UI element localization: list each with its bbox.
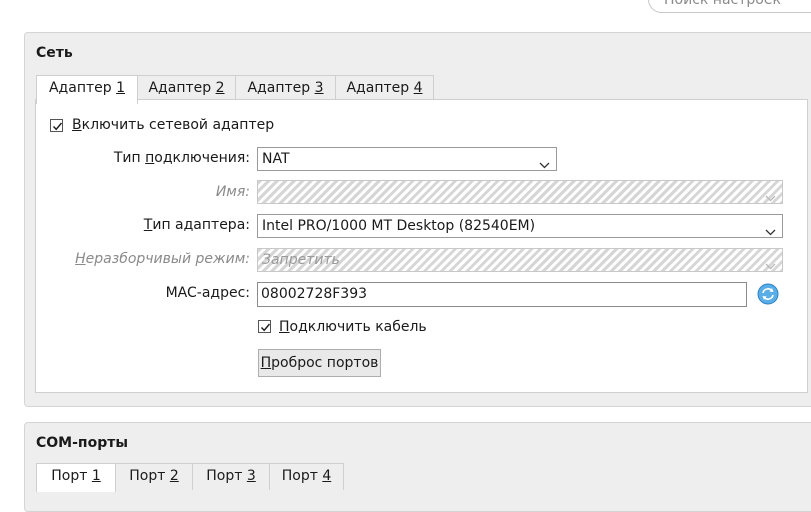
- tab-key: 3: [246, 468, 256, 484]
- checkmark-icon: [260, 323, 271, 332]
- adapter-panel: [35, 99, 808, 393]
- chevron-down-icon: [765, 187, 776, 203]
- tab-key: 4: [413, 80, 423, 96]
- cable-connected-checkbox[interactable]: [258, 320, 271, 333]
- tab-port-3[interactable]: Порт 3: [192, 463, 270, 490]
- label-key: В: [72, 117, 82, 133]
- tab-port-2[interactable]: Порт 2: [115, 463, 193, 490]
- label-key: П: [260, 355, 272, 371]
- enable-adapter-label[interactable]: Включить сетевой адаптер: [72, 117, 274, 133]
- label-part: ип адаптера:: [152, 217, 250, 233]
- tab-key: 3: [314, 80, 324, 96]
- tab-label: Адаптер: [48, 80, 117, 96]
- promiscuous-label-wrap: Неразборчивый режим:: [0, 251, 250, 271]
- name-label-wrap: Имя:: [0, 184, 250, 204]
- adapter-type-select[interactable]: Intel PRO/1000 MT Desktop (82540EM): [257, 214, 783, 238]
- label-key: П: [279, 319, 290, 335]
- tab-adapter-4[interactable]: Адаптер 4: [335, 75, 434, 102]
- tab-key: 4: [322, 468, 332, 484]
- tab-key: 1: [91, 468, 101, 484]
- attachment-type-select[interactable]: NAT: [257, 147, 557, 171]
- tab-label: Адаптер: [247, 80, 315, 96]
- tab-port-1[interactable]: Порт 1: [36, 463, 116, 492]
- label-part: Тип: [113, 150, 146, 166]
- cable-connected-label[interactable]: Подключить кабель: [279, 319, 427, 335]
- label-part: еразборчивый режим:: [85, 251, 250, 267]
- tab-key: 1: [116, 80, 126, 96]
- attachment-label-wrap: Тип подключения:: [0, 150, 250, 170]
- tab-label: Порт: [51, 468, 92, 484]
- tab-label: Адаптер: [346, 80, 414, 96]
- name-label: Имя:: [215, 184, 250, 200]
- mac-address-field[interactable]: 08002728F393: [257, 282, 747, 307]
- tab-adapter-3[interactable]: Адаптер 3: [235, 75, 336, 102]
- tab-key: 2: [215, 80, 225, 96]
- adapter-type-label-wrap: Тип адаптера:: [0, 217, 250, 237]
- network-group-title: Сеть: [36, 45, 73, 61]
- label-part: одключения:: [154, 150, 250, 166]
- tab-port-4[interactable]: Порт 4: [269, 463, 344, 490]
- mac-address-label: MAC-адрес:: [165, 285, 250, 301]
- port-forwarding-button[interactable]: Проброс портов: [258, 349, 381, 377]
- enable-adapter-checkbox[interactable]: [50, 119, 63, 132]
- refresh-mac-icon[interactable]: [757, 283, 779, 305]
- name-select: [257, 180, 783, 204]
- checkmark-icon: [52, 122, 63, 131]
- mac-label-wrap: MAC-адрес:: [0, 285, 250, 305]
- settings-search-input[interactable]: Поиск настроек: [648, 0, 811, 13]
- search-placeholder: Поиск настроек: [664, 0, 781, 8]
- chevron-down-icon: [765, 255, 776, 271]
- label-key: п: [145, 150, 155, 166]
- tab-adapter-2[interactable]: Адаптер 2: [137, 75, 236, 102]
- promiscuous-mode-label: Неразборчивый режим:: [75, 251, 250, 267]
- tab-key: 2: [169, 468, 179, 484]
- attachment-type-value: NAT: [262, 151, 290, 167]
- label-part: роброс портов: [271, 355, 379, 371]
- chevron-down-icon: [765, 221, 776, 237]
- promiscuous-mode-select: Запретить: [257, 248, 783, 272]
- label-part: ключить сетевой адаптер: [81, 117, 275, 133]
- com-ports-group-title: COM-порты: [36, 435, 129, 451]
- label-part: одключить кабель: [289, 319, 427, 335]
- label-key: Н: [75, 251, 86, 267]
- com-ports-group: COM-порты Порт 1 Порт 2 Порт 3 Порт 4: [24, 422, 811, 512]
- adapter-type-value: Intel PRO/1000 MT Desktop (82540EM): [262, 218, 536, 234]
- promiscuous-mode-value: Запретить: [262, 252, 340, 268]
- adapter-type-label: Тип адаптера:: [144, 217, 250, 233]
- tab-label: Порт: [206, 468, 247, 484]
- tab-label: Порт: [281, 468, 323, 484]
- attachment-type-label: Тип подключения:: [114, 150, 250, 166]
- tab-adapter-1[interactable]: Адаптер 1: [36, 75, 138, 104]
- tab-label: Порт: [129, 468, 170, 484]
- tab-label: Адаптер: [148, 80, 216, 96]
- chevron-down-icon: [539, 154, 550, 170]
